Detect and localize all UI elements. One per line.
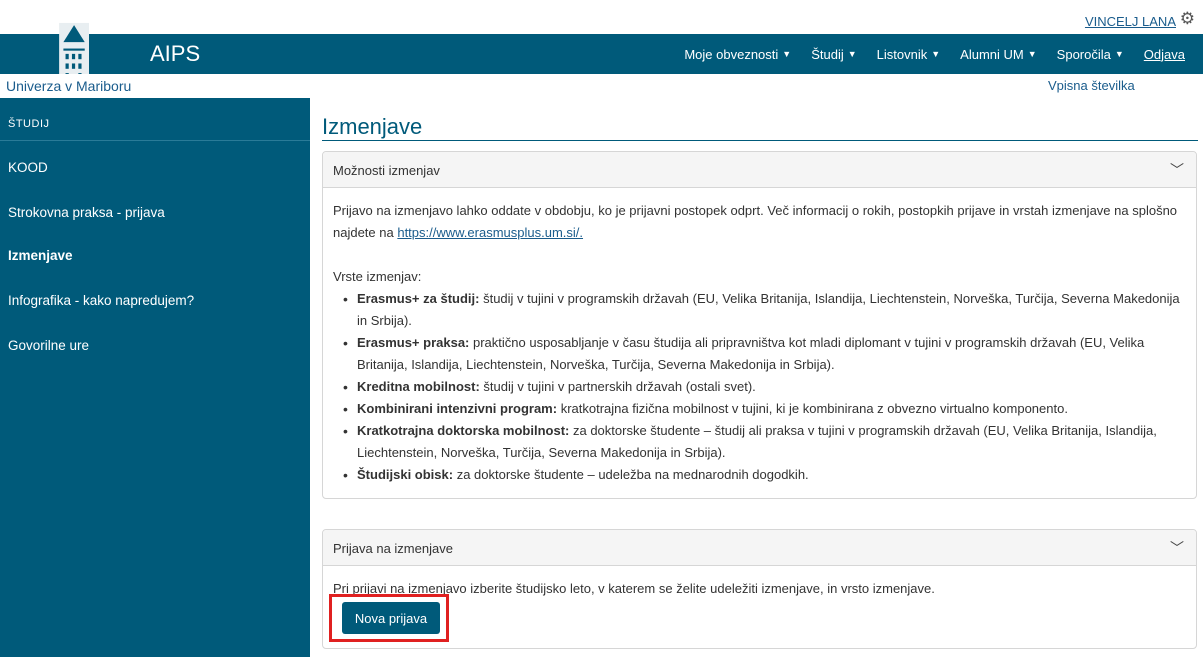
- user-name-link[interactable]: VINCELJ LANA: [1085, 14, 1176, 29]
- page-title: Izmenjave: [322, 114, 423, 139]
- nav-alumni[interactable]: Alumni UM ▼: [960, 47, 1037, 62]
- sidebar-item-kood[interactable]: KOOD: [8, 160, 48, 175]
- caret-down-icon: ▼: [931, 49, 941, 59]
- university-name: Univerza v Mariboru: [6, 78, 132, 94]
- navbar: AIPS Moje obveznosti ▼ Študij ▼ Listovnik ▼…: [0, 22, 1203, 74]
- sidebar-item-infografika[interactable]: Infografika - kako napredujem?: [8, 293, 194, 308]
- card-moznosti: Možnosti izmenjav ﹀ Prijavo na izmenjavo…: [322, 151, 1197, 499]
- gear-icon[interactable]: ⚙: [1180, 9, 1195, 29]
- card-title: Možnosti izmenjav: [333, 163, 440, 178]
- title-divider: [322, 140, 1198, 141]
- nav-studij[interactable]: Študij ▼: [811, 47, 856, 62]
- main-nav: Moje obveznosti ▼ Študij ▼ Listovnik ▼ Alum…: [684, 34, 1185, 74]
- nav-listovnik[interactable]: Listovnik ▼: [877, 47, 941, 62]
- list-item: Kombinirani intenzivni program: kratkotr…: [343, 398, 1186, 420]
- app-brand[interactable]: AIPS: [150, 41, 200, 67]
- caret-down-icon: ▼: [1114, 49, 1124, 59]
- top-strip: VINCELJ LANA ⚙: [0, 0, 1203, 34]
- type-name: Študijski obisk:: [357, 467, 454, 482]
- type-desc: študij v tujini v partnerskih državah (o…: [479, 379, 756, 394]
- card-prijava: Prijava na izmenjave ﹀ Pri prijavi na iz…: [322, 529, 1197, 649]
- card-header[interactable]: Možnosti izmenjav ﹀: [323, 152, 1196, 188]
- list-item: Kratkotrajna doktorska mobilnost: za dok…: [343, 420, 1186, 464]
- type-name: Kratkotrajna doktorska mobilnost:: [357, 423, 570, 438]
- university-logo-icon[interactable]: [57, 6, 89, 74]
- type-name: Kombinirani intenzivni program:: [357, 401, 558, 416]
- sidebar: ŠTUDIJ KOOD Strokovna praksa - prijava I…: [0, 98, 310, 657]
- chevron-down-icon[interactable]: ﹀: [1170, 538, 1184, 558]
- sidebar-item-strokovna-praksa[interactable]: Strokovna praksa - prijava: [8, 205, 165, 220]
- prijava-text: Pri prijavi na izmenjavo izberite študij…: [333, 581, 935, 596]
- type-desc: za doktorske študente – udeležba na medn…: [453, 467, 809, 482]
- sidebar-item-govorilne-ure[interactable]: Govorilne ure: [8, 338, 89, 353]
- caret-down-icon: ▼: [782, 49, 792, 59]
- type-name: Erasmus+ praksa:: [357, 335, 470, 350]
- type-name: Erasmus+ za študij:: [357, 291, 480, 306]
- nova-prijava-button[interactable]: Nova prijava: [342, 602, 440, 634]
- erasmus-link[interactable]: https://www.erasmusplus.um.si/.: [397, 225, 583, 240]
- types-heading: Vrste izmenjav:: [333, 269, 422, 284]
- list-item: Erasmus+ praksa: praktično usposabljanje…: [343, 332, 1186, 376]
- chevron-down-icon[interactable]: ﹀: [1170, 160, 1184, 180]
- nav-sporocila[interactable]: Sporočila ▼: [1057, 47, 1124, 62]
- type-desc: študij v tujini v programskih državah (E…: [357, 291, 1180, 328]
- type-desc: kratkotrajna fizična mobilnost v tujini,…: [557, 401, 1068, 416]
- list-item: Študijski obisk: za doktorske študente –…: [343, 464, 1186, 486]
- card-header[interactable]: Prijava na izmenjave ﹀: [323, 530, 1196, 566]
- card-title: Prijava na izmenjave: [333, 541, 453, 556]
- nav-odjava[interactable]: Odjava: [1144, 47, 1185, 62]
- list-item: Erasmus+ za študij: študij v tujini v pr…: [343, 288, 1186, 332]
- card-body: Pri prijavi na izmenjavo izberite študij…: [323, 566, 1196, 612]
- list-item: Kreditna mobilnost: študij v tujini v pa…: [343, 376, 1186, 398]
- student-number-label: Vpisna številka: [1048, 78, 1135, 93]
- intro-paragraph: Prijavo na izmenjavo lahko oddate v obdo…: [333, 200, 1186, 244]
- type-name: Kreditna mobilnost:: [357, 379, 480, 394]
- types-list: Erasmus+ za študij: študij v tujini v pr…: [343, 288, 1186, 486]
- sidebar-divider: [0, 140, 310, 141]
- caret-down-icon: ▼: [1027, 49, 1037, 59]
- nav-moje-obveznosti[interactable]: Moje obveznosti ▼: [684, 47, 791, 62]
- sidebar-title: ŠTUDIJ: [8, 118, 50, 130]
- card-body: Prijavo na izmenjavo lahko oddate v obdo…: [323, 188, 1196, 498]
- sidebar-item-izmenjave[interactable]: Izmenjave: [8, 248, 73, 263]
- university-row: Univerza v Mariboru Vpisna številka: [0, 74, 1203, 98]
- type-desc: praktično usposabljanje v času študija a…: [357, 335, 1145, 372]
- highlight-box: Nova prijava: [329, 594, 449, 642]
- caret-down-icon: ▼: [847, 49, 857, 59]
